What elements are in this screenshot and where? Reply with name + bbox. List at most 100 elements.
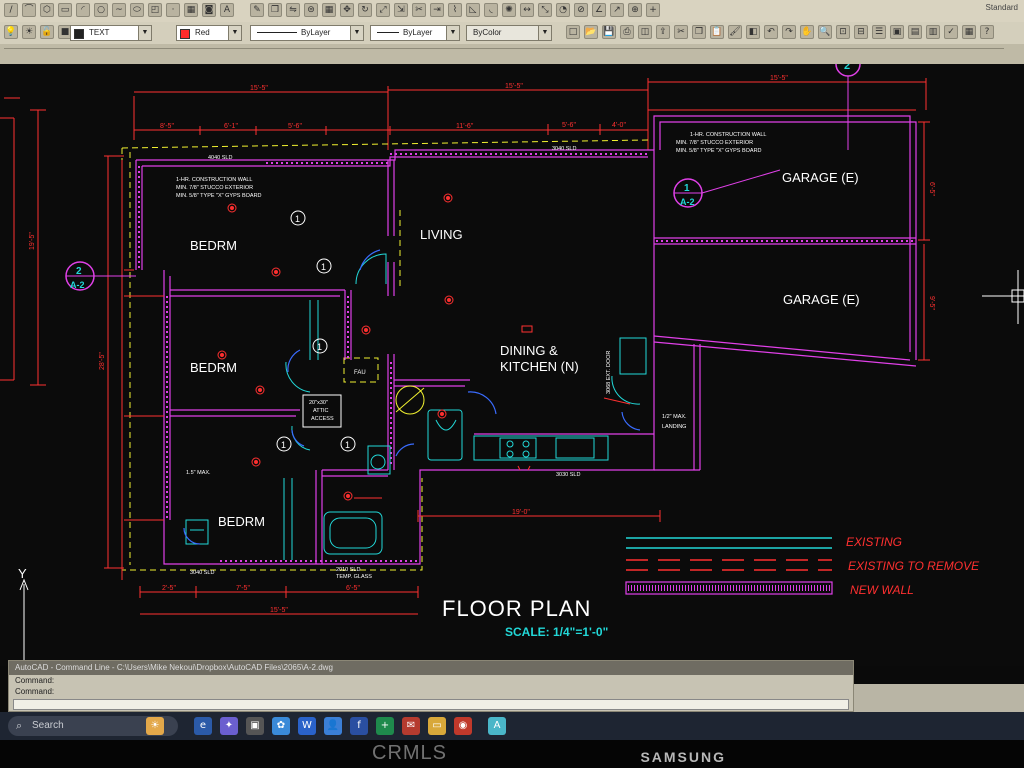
undo-icon[interactable]: ↶ (764, 25, 778, 39)
hatch-icon[interactable]: ▦ (184, 3, 198, 17)
copy-clip-icon[interactable]: ❐ (692, 25, 706, 39)
match-properties-icon[interactable]: 🖌 (728, 25, 742, 39)
linear-dim-icon[interactable]: ↔ (520, 3, 534, 17)
scale-icon[interactable]: ⤢ (376, 3, 390, 17)
properties-icon[interactable]: ☰ (872, 25, 886, 39)
layer-combo[interactable]: TEXT ▼ (70, 25, 152, 41)
trim-icon[interactable]: ✂ (412, 3, 426, 17)
wall-note-line-1: 1-HR. CONSTRUCTION WALL (176, 177, 253, 183)
linetype-combo[interactable]: ByLayer ▼ (250, 25, 364, 41)
facebook-icon[interactable]: f (350, 717, 368, 735)
publish-icon[interactable]: ⇪ (656, 25, 670, 39)
tolerance-icon[interactable]: ⊕ (628, 3, 642, 17)
task-view-icon[interactable]: ▣ (246, 717, 264, 735)
word-icon[interactable]: W (298, 717, 316, 735)
dim-kitchen: 19'-0" (512, 509, 530, 516)
fillet-icon[interactable]: ◟ (484, 3, 498, 17)
diameter-dim-icon[interactable]: ⊘ (574, 3, 588, 17)
ellipse-icon[interactable]: ⬭ (130, 3, 144, 17)
tool-palettes-icon[interactable]: ▤ (908, 25, 922, 39)
save-icon[interactable]: 💾 (602, 25, 616, 39)
layer-on-icon[interactable]: 💡 (4, 25, 18, 39)
print-icon[interactable]: ⎙ (620, 25, 634, 39)
chevron-down-icon: ▼ (228, 26, 241, 40)
design-center-icon[interactable]: ▣ (890, 25, 904, 39)
calculator-icon[interactable]: ▦ (962, 25, 976, 39)
dim-top-4: 11'-6" (456, 123, 474, 130)
chamfer-icon[interactable]: ◺ (466, 3, 480, 17)
radius-dim-icon[interactable]: ◔ (556, 3, 570, 17)
point-icon[interactable]: · (166, 3, 180, 17)
zoom-realtime-icon[interactable]: 🔍 (818, 25, 832, 39)
open-file-icon[interactable]: 📂 (584, 25, 598, 39)
lineweight-preview (377, 32, 399, 33)
chrome-icon[interactable]: ◉ (454, 717, 472, 735)
command-line-window[interactable]: AutoCAD - Command Line - C:\Users\Mike N… (8, 660, 854, 712)
dim-bottom-1: 2'-5" (162, 585, 176, 592)
photos-icon[interactable]: ✿ (272, 717, 290, 735)
move-icon[interactable]: ✥ (340, 3, 354, 17)
circle-icon[interactable]: ○ (94, 3, 108, 17)
mirror-icon[interactable]: ⇋ (286, 3, 300, 17)
linetype-combo-value: ByLayer (301, 28, 331, 37)
dim-left-fragment: 19'-5" (29, 232, 36, 250)
horizontal-scrollbar[interactable] (854, 684, 1024, 712)
zoom-window-icon[interactable]: ⊡ (836, 25, 850, 39)
new-file-icon[interactable]: □ (566, 25, 580, 39)
color-combo[interactable]: Red ▼ (176, 25, 242, 41)
pan-icon[interactable]: ✋ (800, 25, 814, 39)
array-icon[interactable]: ▦ (322, 3, 336, 17)
cut-icon[interactable]: ✂ (674, 25, 688, 39)
help-icon[interactable]: ? (980, 25, 994, 39)
legend-existing-label: EXISTING (846, 535, 902, 549)
room-label-kitchen: KITCHEN (N) (500, 359, 579, 374)
command-input[interactable] (13, 699, 849, 710)
markup-icon[interactable]: ✓ (944, 25, 958, 39)
block-editor-icon[interactable]: ◧ (746, 25, 760, 39)
line-icon[interactable]: / (4, 3, 18, 17)
plotstyle-combo[interactable]: ByColor ▼ (466, 25, 552, 41)
angular-dim-icon[interactable]: ∠ (592, 3, 606, 17)
ruler-line (4, 48, 1004, 59)
layer-lock-icon[interactable]: 🔓 (40, 25, 54, 39)
widgets-icon[interactable]: ☀ (146, 717, 164, 735)
sheet-set-icon[interactable]: ▥ (926, 25, 940, 39)
file-explorer-icon[interactable]: ▭ (428, 717, 446, 735)
plot-preview-icon[interactable]: ◫ (638, 25, 652, 39)
mtext-icon[interactable]: A (220, 3, 234, 17)
extend-icon[interactable]: ⇥ (430, 3, 444, 17)
erase-icon[interactable]: ✎ (250, 3, 264, 17)
layer-freeze-icon[interactable]: ☀ (22, 25, 36, 39)
leader-icon[interactable]: ↗ (610, 3, 624, 17)
dim-right-2: 9'-5" (928, 296, 935, 310)
edge-icon[interactable]: e (194, 717, 212, 735)
center-mark-icon[interactable]: + (646, 3, 660, 17)
drawing-canvas[interactable]: 19'-5" 15'-5" 15'-5" 15'-5" 8'-5" 6'-1" … (0, 64, 1024, 666)
arc-icon[interactable]: ◜ (76, 3, 90, 17)
polyline-icon[interactable]: ⌒ (22, 3, 36, 17)
redo-icon[interactable]: ↷ (782, 25, 796, 39)
autocad-taskbar-icon[interactable]: A (488, 717, 506, 735)
stretch-icon[interactable]: ⇲ (394, 3, 408, 17)
copy-icon[interactable]: ❐ (268, 3, 282, 17)
aligned-dim-icon[interactable]: ⤡ (538, 3, 552, 17)
paste-icon[interactable]: 📋 (710, 25, 724, 39)
offset-icon[interactable]: ⊜ (304, 3, 318, 17)
spline-icon[interactable]: ~ (112, 3, 126, 17)
zoom-previous-icon[interactable]: ⊟ (854, 25, 868, 39)
region-icon[interactable]: ◙ (202, 3, 216, 17)
mail-icon[interactable]: ✉ (402, 717, 420, 735)
lineweight-combo[interactable]: ByLayer ▼ (370, 25, 460, 41)
copilot-icon[interactable]: ✦ (220, 717, 238, 735)
dim-top-overall-3: 15'-5" (770, 75, 788, 82)
excel-icon[interactable]: + (376, 717, 394, 735)
garage-wall-note-3: MIN. 5/8" TYPE "X" GYPS BOARD (676, 148, 762, 154)
rotate-icon[interactable]: ↻ (358, 3, 372, 17)
polygon-icon[interactable]: ⬡ (40, 3, 54, 17)
explode-icon[interactable]: ✺ (502, 3, 516, 17)
people-icon[interactable]: 👤 (324, 717, 342, 735)
break-icon[interactable]: ⌇ (448, 3, 462, 17)
dim-top-2: 6'-1" (224, 123, 238, 130)
insert-block-icon[interactable]: ◰ (148, 3, 162, 17)
rectangle-icon[interactable]: ▭ (58, 3, 72, 17)
